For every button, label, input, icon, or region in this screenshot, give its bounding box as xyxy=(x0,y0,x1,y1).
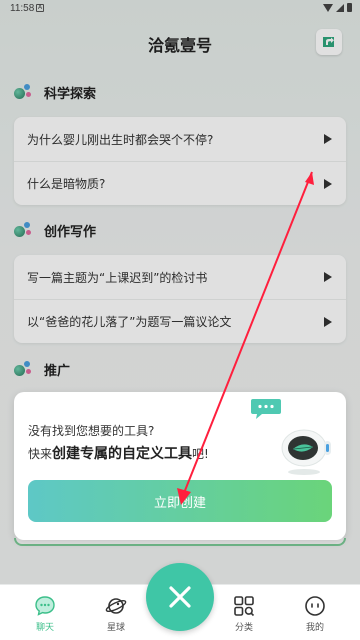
category-icon xyxy=(234,596,255,617)
popup-line-2-prefix: 快来 xyxy=(28,447,53,461)
nav-profile[interactable]: 我的 xyxy=(285,595,345,633)
popup-line-2-suffix: 吧! xyxy=(192,447,209,461)
profile-icon xyxy=(305,596,325,616)
chat-icon xyxy=(35,596,55,616)
close-button[interactable] xyxy=(146,563,214,631)
nav-planet[interactable]: 星球 xyxy=(86,595,146,633)
nav-label: 星球 xyxy=(106,623,125,633)
popup-emphasis: 创建专属的自定义工具 xyxy=(52,446,193,462)
nav-label: 聊天 xyxy=(35,623,54,633)
popup-line-2: 快来创建专属的自定义工具吧! xyxy=(28,443,209,463)
dim-overlay xyxy=(0,0,360,640)
close-icon xyxy=(169,586,191,608)
nav-label: 分类 xyxy=(234,623,253,633)
chat-bubble-icon xyxy=(251,399,281,419)
create-tool-popup: 没有找到您想要的工具? 快来创建专属的自定义工具吧! 立即创建 xyxy=(14,392,346,540)
popup-line-1: 没有找到您想要的工具? xyxy=(28,424,155,438)
nav-chat[interactable]: 聊天 xyxy=(15,595,75,633)
create-now-button[interactable]: 立即创建 xyxy=(28,480,332,522)
nav-label: 我的 xyxy=(305,623,324,633)
robot-mascot-icon xyxy=(281,429,331,475)
nav-category[interactable]: 分类 xyxy=(214,595,274,633)
planet-icon xyxy=(105,598,127,614)
app-screen: 11:58 A 洽氪壹号 科学探索 为什么婴儿刚出生时都会哭个不停? 什么是暗物… xyxy=(0,0,360,640)
